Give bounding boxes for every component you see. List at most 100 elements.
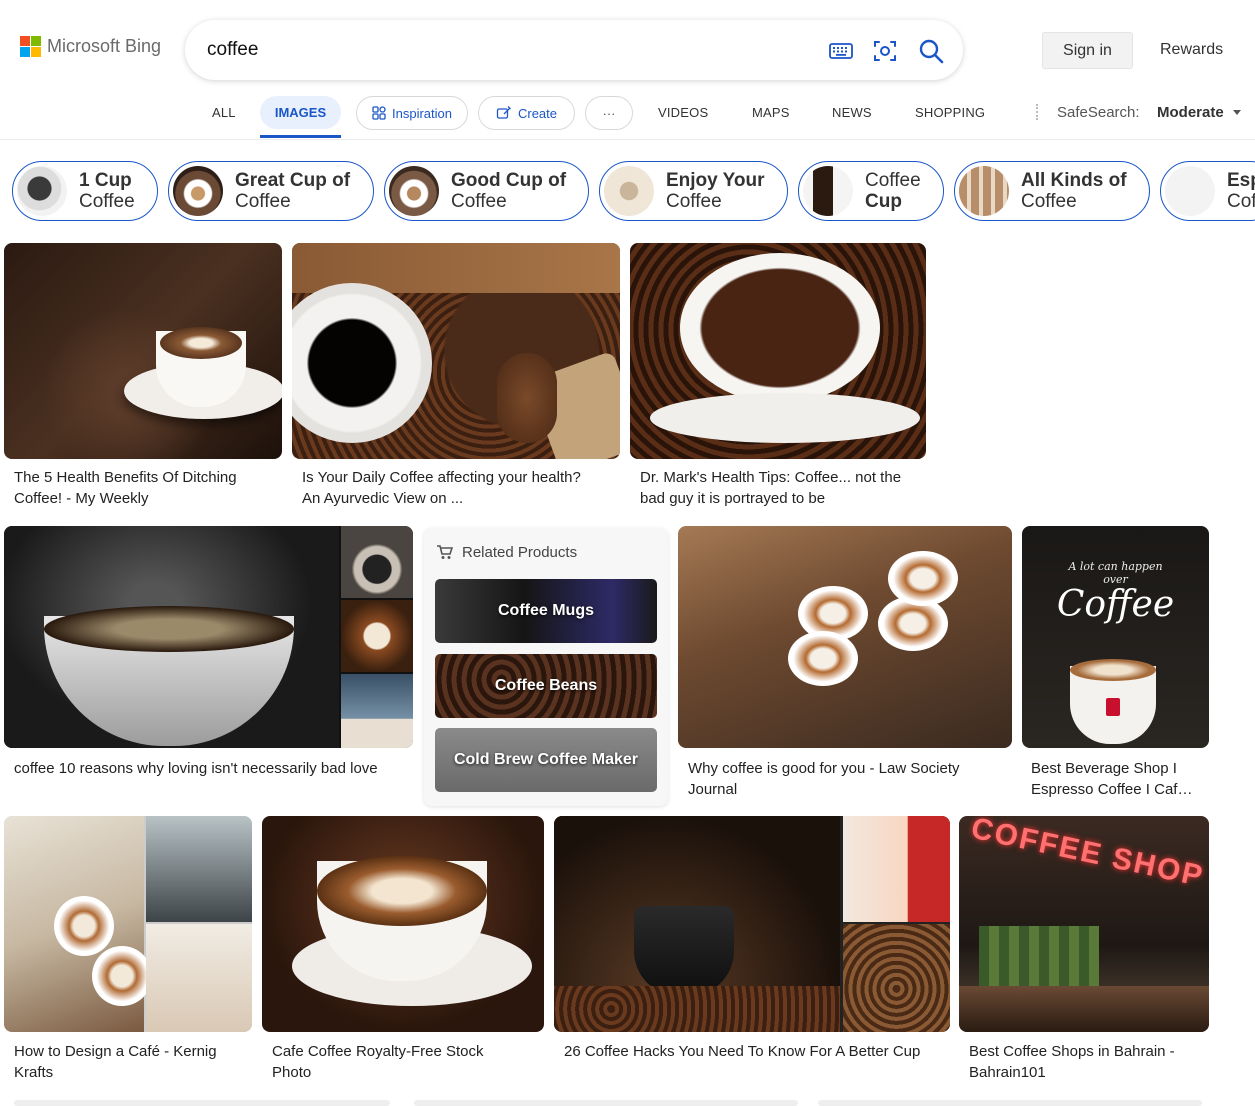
chip-label-line2: Coffee bbox=[235, 191, 291, 212]
collage-thumb bbox=[146, 924, 252, 1032]
collage-thumb bbox=[843, 924, 950, 1032]
result-caption[interactable]: An Ayurvedic View on ... bbox=[302, 488, 622, 509]
result-caption[interactable]: Bahrain101 bbox=[969, 1062, 1219, 1083]
visual-search-icon[interactable] bbox=[871, 37, 899, 65]
result-caption[interactable]: Dr. Mark's Health Tips: Coffee... not th… bbox=[640, 467, 930, 488]
chip-thumbnail bbox=[17, 166, 67, 216]
result-image-collage[interactable] bbox=[4, 526, 413, 748]
result-caption[interactable]: Espresso Coffee I Caf… bbox=[1031, 779, 1211, 800]
header-divider bbox=[0, 139, 1255, 140]
suggestion-chip-good-cup[interactable]: Good Cup of Coffee bbox=[384, 161, 589, 221]
tab-shopping[interactable]: SHOPPING bbox=[915, 105, 985, 120]
keyboard-icon[interactable] bbox=[827, 37, 855, 65]
result-image[interactable] bbox=[678, 526, 1012, 748]
more-button[interactable]: ··· bbox=[585, 96, 633, 130]
result-caption[interactable]: Coffee! - My Weekly bbox=[14, 488, 284, 509]
chip-label-line1: Enjoy Your bbox=[666, 170, 765, 191]
collage-main bbox=[4, 816, 152, 1032]
chip-label-line2: Coffee bbox=[1021, 191, 1077, 212]
result-image[interactable]: A lot can happen over Coffee bbox=[1022, 526, 1209, 748]
result-caption[interactable]: Krafts bbox=[14, 1062, 254, 1083]
result-caption[interactable]: How to Design a Café - Kernig bbox=[14, 1041, 254, 1062]
result-caption[interactable]: Cafe Coffee Royalty-Free Stock bbox=[272, 1041, 542, 1062]
loading-placeholder bbox=[414, 1100, 798, 1106]
loading-placeholder bbox=[14, 1100, 390, 1106]
rewards-link[interactable]: Rewards bbox=[1160, 41, 1223, 59]
cup-of-beans bbox=[680, 253, 880, 403]
collage-thumb bbox=[146, 816, 252, 922]
related-product-cold-brew-maker[interactable]: Cold Brew Coffee Maker bbox=[435, 728, 657, 792]
cup bbox=[788, 631, 858, 686]
result-image-collage[interactable] bbox=[554, 816, 950, 1032]
nav-separator bbox=[1036, 104, 1038, 120]
suggestion-chip-great-cup[interactable]: Great Cup of Coffee bbox=[168, 161, 374, 221]
inspiration-button[interactable]: Inspiration bbox=[356, 96, 468, 130]
result-image-collage[interactable] bbox=[4, 816, 252, 1032]
tab-news[interactable]: NEWS bbox=[832, 105, 872, 120]
result-caption[interactable]: bad guy it is portrayed to be bbox=[640, 488, 930, 509]
suggestion-chip-espresso[interactable]: EspCof bbox=[1160, 161, 1255, 221]
collage-main bbox=[4, 526, 339, 748]
chip-label-line1: Great Cup of bbox=[235, 170, 351, 191]
mug bbox=[634, 906, 734, 996]
chip-label-line1: Esp bbox=[1227, 170, 1255, 191]
chip-label-line2: Cup bbox=[865, 191, 902, 212]
related-product-coffee-mugs[interactable]: Coffee Mugs bbox=[435, 579, 657, 643]
shopping-cart-icon bbox=[437, 545, 453, 559]
chip-thumbnail bbox=[803, 166, 853, 216]
chip-thumbnail bbox=[173, 166, 223, 216]
poster-title: Coffee bbox=[1056, 584, 1175, 625]
bing-logo[interactable]: Microsoft Bing bbox=[20, 36, 161, 57]
scoop bbox=[497, 353, 557, 443]
tab-all[interactable]: ALL bbox=[212, 105, 236, 120]
chip-label-line1: All Kinds of bbox=[1021, 170, 1127, 191]
suggestion-chip-1-cup-coffee[interactable]: 1 Cup Coffee bbox=[12, 161, 158, 221]
tab-videos[interactable]: VIDEOS bbox=[658, 105, 708, 120]
result-image[interactable] bbox=[630, 243, 926, 459]
tab-maps[interactable]: MAPS bbox=[752, 105, 790, 120]
sign-in-button[interactable]: Sign in bbox=[1042, 32, 1133, 69]
result-caption[interactable]: Best Coffee Shops in Bahrain - bbox=[969, 1041, 1219, 1062]
chip-label-line1: 1 Cup bbox=[79, 170, 132, 191]
plant-wall bbox=[979, 926, 1099, 986]
result-caption[interactable]: Best Beverage Shop I bbox=[1031, 758, 1211, 779]
collage-thumb bbox=[341, 526, 413, 598]
latte-art bbox=[160, 327, 242, 359]
shop-sign: COFFEE SHOP bbox=[968, 816, 1207, 894]
chip-label-line2: Coffee bbox=[666, 191, 722, 212]
result-caption[interactable]: The 5 Health Benefits Of Ditching bbox=[14, 467, 284, 488]
microsoft-logo-icon bbox=[20, 36, 41, 57]
result-caption[interactable]: 26 Coffee Hacks You Need To Know For A B… bbox=[564, 1041, 954, 1062]
safesearch-dropdown[interactable]: Moderate bbox=[1157, 104, 1224, 121]
chip-thumbnail bbox=[389, 166, 439, 216]
crema bbox=[44, 606, 294, 652]
collage-thumb bbox=[341, 674, 413, 748]
beans bbox=[554, 986, 840, 1032]
result-caption[interactable]: Journal bbox=[688, 779, 1008, 800]
chevron-down-icon[interactable] bbox=[1233, 110, 1241, 115]
create-button[interactable]: Create bbox=[478, 96, 575, 130]
result-caption[interactable]: coffee 10 reasons why loving isn't neces… bbox=[14, 758, 414, 779]
result-caption[interactable]: Why coffee is good for you - Law Society bbox=[688, 758, 1008, 779]
result-caption[interactable]: Is Your Daily Coffee affecting your heal… bbox=[302, 467, 622, 488]
poster-text: A lot can happen bbox=[1068, 560, 1163, 573]
suggestion-chip-all-kinds[interactable]: All Kinds of Coffee bbox=[954, 161, 1150, 221]
chip-thumbnail bbox=[604, 166, 654, 216]
result-image[interactable]: COFFEE SHOP bbox=[959, 816, 1209, 1032]
result-image[interactable] bbox=[262, 816, 544, 1032]
suggestion-chip-enjoy-your[interactable]: Enjoy Your Coffee bbox=[599, 161, 788, 221]
result-image[interactable] bbox=[292, 243, 620, 459]
latte-art bbox=[317, 856, 487, 926]
latte-art bbox=[1070, 659, 1156, 681]
tab-images[interactable]: IMAGES bbox=[260, 96, 341, 129]
search-input[interactable] bbox=[207, 39, 787, 61]
safesearch-label: SafeSearch: bbox=[1057, 104, 1140, 121]
result-image[interactable] bbox=[4, 243, 282, 459]
result-caption[interactable]: Photo bbox=[272, 1062, 542, 1083]
related-product-coffee-beans[interactable]: Coffee Beans bbox=[435, 654, 657, 718]
search-icon[interactable] bbox=[917, 37, 945, 65]
counter bbox=[959, 986, 1209, 1032]
chip-label-line2: Coffee bbox=[451, 191, 507, 212]
cup bbox=[92, 946, 152, 1006]
suggestion-chip-coffee-cup[interactable]: Coffee Cup bbox=[798, 161, 944, 221]
